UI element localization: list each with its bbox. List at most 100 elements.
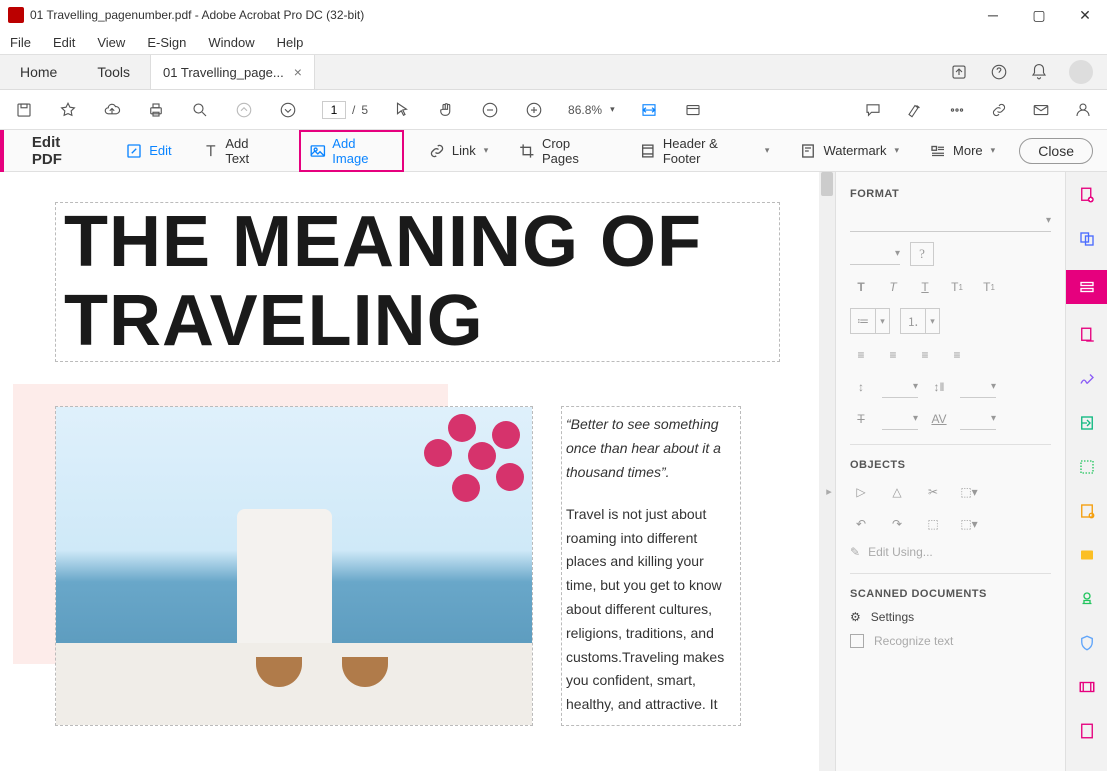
- close-editbar-button[interactable]: Close: [1019, 138, 1093, 164]
- sticky-note-icon[interactable]: [1074, 542, 1100, 568]
- pointer-icon[interactable]: [392, 100, 412, 120]
- hand-icon[interactable]: [436, 100, 456, 120]
- document-image[interactable]: [55, 406, 533, 726]
- close-tab-icon[interactable]: ×: [294, 64, 302, 80]
- page-up-icon[interactable]: [234, 100, 254, 120]
- color-picker[interactable]: ?: [910, 242, 934, 266]
- zoom-dropdown[interactable]: 86.8% ▾: [568, 103, 615, 117]
- highlight-icon[interactable]: [905, 100, 925, 120]
- superscript-icon[interactable]: T1: [946, 276, 968, 298]
- char-spacing-dropdown[interactable]: ▾: [960, 408, 996, 430]
- more-button[interactable]: More ▾: [923, 138, 1001, 164]
- link-button[interactable]: Link ▾: [422, 138, 494, 164]
- minimize-button[interactable]: ─: [979, 3, 1007, 27]
- paragraph-spacing-dropdown[interactable]: ▾: [960, 376, 996, 398]
- menu-edit[interactable]: Edit: [49, 33, 79, 52]
- print-icon[interactable]: [146, 100, 166, 120]
- star-icon[interactable]: [58, 100, 78, 120]
- menu-window[interactable]: Window: [204, 33, 258, 52]
- add-image-button[interactable]: Add Image: [299, 130, 404, 172]
- edit-pdf-tool-icon[interactable]: [1066, 270, 1107, 304]
- arrange-icon[interactable]: ⬚▾: [958, 481, 980, 503]
- recognize-text-row[interactable]: Recognize text: [850, 634, 1051, 648]
- underline-icon[interactable]: T: [914, 276, 936, 298]
- cloud-icon[interactable]: [102, 100, 122, 120]
- help-icon[interactable]: [989, 62, 1009, 82]
- settings-button[interactable]: ⚙ Settings: [850, 610, 1051, 624]
- tab-tools[interactable]: Tools: [77, 55, 150, 89]
- line-spacing-dropdown[interactable]: ▾: [882, 376, 918, 398]
- horiz-scale-dropdown[interactable]: ▾: [882, 408, 918, 430]
- page-down-icon[interactable]: [278, 100, 298, 120]
- page-input[interactable]: [322, 101, 346, 119]
- menu-esign[interactable]: E-Sign: [143, 33, 190, 52]
- menu-view[interactable]: View: [93, 33, 129, 52]
- edit-using-button[interactable]: ✎ Edit Using...: [850, 545, 1051, 559]
- document-textbox[interactable]: “Better to see something once than hear …: [561, 406, 741, 726]
- align-objects-icon[interactable]: ⬚▾: [958, 513, 980, 535]
- header-footer-button[interactable]: Header & Footer ▾: [633, 132, 775, 170]
- strikethrough-icon[interactable]: T: [850, 408, 872, 430]
- subscript-icon[interactable]: T1: [978, 276, 1000, 298]
- recognize-checkbox[interactable]: [850, 634, 864, 648]
- document-heading[interactable]: THE MEANING OF TRAVELING: [55, 202, 780, 362]
- menu-help[interactable]: Help: [273, 33, 308, 52]
- save-icon[interactable]: [14, 100, 34, 120]
- search-icon[interactable]: [190, 100, 210, 120]
- close-window-button[interactable]: ✕: [1071, 3, 1099, 27]
- fit-width-icon[interactable]: [639, 100, 659, 120]
- zoom-in-icon[interactable]: [524, 100, 544, 120]
- paragraph-spacing-icon[interactable]: ↕‖: [928, 376, 950, 398]
- avatar[interactable]: [1069, 60, 1093, 84]
- comment-icon[interactable]: [863, 100, 883, 120]
- more-side-icon[interactable]: [1074, 718, 1100, 744]
- number-list-button[interactable]: ⒈▾: [900, 308, 940, 334]
- align-justify-icon[interactable]: ≡: [946, 344, 968, 366]
- document-view[interactable]: THE MEANING OF TRAVELING “Better to see …: [0, 172, 835, 771]
- fill-sign-icon[interactable]: [1074, 498, 1100, 524]
- zoom-out-icon[interactable]: [480, 100, 500, 120]
- link-tools-icon[interactable]: [989, 100, 1009, 120]
- line-spacing-icon[interactable]: ↕: [850, 376, 872, 398]
- crop-object-icon[interactable]: ✂: [922, 481, 944, 503]
- compress-icon[interactable]: [1074, 454, 1100, 480]
- bullet-list-button[interactable]: ≔▾: [850, 308, 890, 334]
- align-center-icon[interactable]: ≡: [882, 344, 904, 366]
- align-right-icon[interactable]: ≡: [914, 344, 936, 366]
- maximize-button[interactable]: ▢: [1025, 3, 1053, 27]
- font-family-dropdown[interactable]: ▾: [850, 210, 1051, 232]
- rotate-ccw-icon[interactable]: ↶: [850, 513, 872, 535]
- organize-icon[interactable]: [1074, 410, 1100, 436]
- reading-mode-icon[interactable]: [683, 100, 703, 120]
- tab-document[interactable]: 01 Travelling_page... ×: [150, 55, 315, 89]
- flip-horizontal-icon[interactable]: ▷: [850, 481, 872, 503]
- flip-vertical-icon[interactable]: △: [886, 481, 908, 503]
- collapse-right-icon[interactable]: ▸: [823, 472, 835, 512]
- replace-image-icon[interactable]: ⬚: [922, 513, 944, 535]
- scroll-thumb[interactable]: [821, 172, 833, 196]
- more-tools-icon[interactable]: [947, 100, 967, 120]
- protect-icon[interactable]: [1074, 630, 1100, 656]
- crop-button[interactable]: Crop Pages: [512, 132, 615, 170]
- stamp-icon[interactable]: [1074, 586, 1100, 612]
- watermark-button[interactable]: Watermark ▾: [793, 138, 905, 164]
- upload-icon[interactable]: [949, 62, 969, 82]
- char-spacing-icon[interactable]: AV: [928, 408, 950, 430]
- italic-icon[interactable]: T: [882, 276, 904, 298]
- tab-home[interactable]: Home: [0, 55, 77, 89]
- rotate-cw-icon[interactable]: ↷: [886, 513, 908, 535]
- create-pdf-icon[interactable]: [1074, 182, 1100, 208]
- mail-icon[interactable]: [1031, 100, 1051, 120]
- add-text-button[interactable]: Add Text: [196, 132, 281, 170]
- profile-icon[interactable]: [1073, 100, 1093, 120]
- menu-file[interactable]: File: [6, 33, 35, 52]
- bold-icon[interactable]: T: [850, 276, 872, 298]
- font-size-dropdown[interactable]: ▾: [850, 243, 900, 265]
- export-pdf-icon[interactable]: [1074, 322, 1100, 348]
- bell-icon[interactable]: [1029, 62, 1049, 82]
- edit-button[interactable]: Edit: [119, 138, 177, 164]
- align-left-icon[interactable]: ≡: [850, 344, 872, 366]
- combine-icon[interactable]: [1074, 226, 1100, 252]
- sign-icon[interactable]: [1074, 366, 1100, 392]
- video-icon[interactable]: [1074, 674, 1100, 700]
